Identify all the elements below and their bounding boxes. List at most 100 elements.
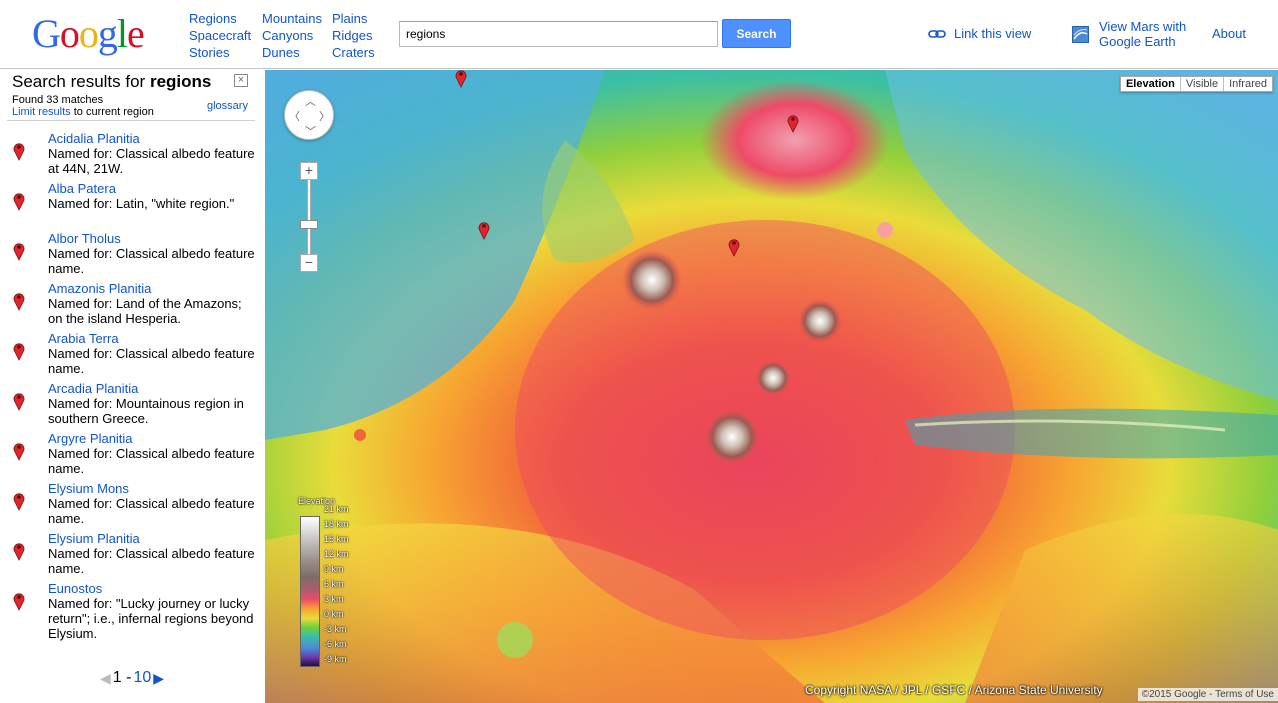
- limit-results-rest: to current region: [70, 106, 154, 118]
- result-item[interactable]: Elysium Planitia Named for: Classical alb…: [0, 531, 265, 581]
- map-pin-icon[interactable]: [12, 541, 26, 561]
- limit-results-link[interactable]: Limit results: [12, 106, 71, 118]
- chain-link-icon: [928, 29, 946, 38]
- result-item[interactable]: Alba Patera Named for: Latin, "white regi…: [0, 181, 265, 231]
- result-item[interactable]: Arabia Terra Named for: Classical albedo …: [0, 331, 265, 381]
- legend-label: -9 km: [324, 654, 347, 664]
- search-button[interactable]: Search: [722, 19, 791, 48]
- elevation-map-image: [265, 70, 1278, 703]
- result-name-link[interactable]: Elysium Mons: [48, 481, 129, 496]
- nav-link-canyons[interactable]: Canyons: [262, 27, 322, 44]
- results-title: Search results for regions: [12, 72, 211, 92]
- result-description: Named for: Classical albedo feature at 4…: [48, 146, 255, 176]
- pan-up-icon[interactable]: ︿: [305, 93, 316, 109]
- link-this-view[interactable]: Link this view: [928, 26, 1031, 41]
- nav-link-craters[interactable]: Craters: [332, 44, 375, 61]
- zoom-slider-handle[interactable]: [300, 220, 318, 229]
- result-description: Named for: Land of the Amazons; on the i…: [48, 296, 242, 326]
- map-pin-icon[interactable]: [12, 241, 26, 261]
- header: Google Regions Spacecraft Stories Mounta…: [0, 0, 1278, 69]
- results-query: regions: [149, 72, 212, 91]
- google-copyright: ©2015 Google: [1141, 689, 1207, 700]
- glossary-link[interactable]: glossary: [207, 100, 248, 112]
- maptype-infrared[interactable]: Infrared: [1223, 77, 1272, 91]
- result-name-link[interactable]: Albor Tholus: [48, 231, 121, 246]
- map-copyright: Copyright NASA / JPL / GSFC / Arizona St…: [805, 683, 1103, 697]
- nav-column-1: Regions Spacecraft Stories: [189, 10, 251, 61]
- results-count: Found 33 matches Limit results to curren…: [12, 94, 154, 118]
- result-description: Named for: Latin, "white region.": [48, 196, 235, 211]
- pan-left-icon[interactable]: 〈: [289, 108, 300, 124]
- result-name-link[interactable]: Arcadia Planitia: [48, 381, 138, 396]
- pan-down-icon[interactable]: ﹀: [305, 123, 316, 139]
- map-pin-icon[interactable]: [12, 491, 26, 511]
- result-description: Named for: Classical albedo feature name…: [48, 346, 255, 376]
- pan-right-icon[interactable]: 〉: [319, 108, 330, 124]
- previous-page-icon[interactable]: ◀: [100, 670, 111, 687]
- result-name-link[interactable]: Elysium Planitia: [48, 531, 140, 546]
- map-pin-icon[interactable]: [12, 191, 26, 211]
- result-item[interactable]: Albor Tholus Named for: Classical albedo …: [0, 231, 265, 281]
- about-link[interactable]: About: [1212, 26, 1246, 41]
- map-pin-icon[interactable]: [786, 113, 800, 133]
- legend-label: 6 km: [324, 579, 344, 589]
- legend-label: 15 km: [324, 534, 349, 544]
- legend-label: 0 km: [324, 609, 344, 619]
- search-input[interactable]: [399, 21, 718, 47]
- result-item[interactable]: Elysium Mons Named for: Classical albedo …: [0, 481, 265, 531]
- view-in-google-earth[interactable]: View Mars with Google Earth: [1072, 19, 1199, 49]
- zoom-in-button[interactable]: +: [300, 162, 318, 180]
- legend-color-scale: [300, 516, 320, 667]
- google-earth-icon: [1072, 26, 1089, 43]
- maptype-visible[interactable]: Visible: [1179, 77, 1223, 91]
- result-item[interactable]: Argyre Planitia Named for: Classical albe…: [0, 431, 265, 481]
- logo-letter: g: [97, 11, 118, 56]
- nav-link-plains[interactable]: Plains: [332, 10, 375, 27]
- result-item[interactable]: Arcadia Planitia Named for: Mountainous r…: [0, 381, 265, 431]
- result-name-link[interactable]: Acidalia Planitia: [48, 131, 140, 146]
- close-panel-button[interactable]: ×: [234, 74, 248, 87]
- view-in-google-earth-label: View Mars with Google Earth: [1099, 19, 1187, 49]
- terms-of-use-link[interactable]: Terms of Use: [1215, 689, 1274, 700]
- nav-link-mountains[interactable]: Mountains: [262, 10, 322, 27]
- next-page-icon[interactable]: ▶: [153, 670, 164, 687]
- map-pin-icon[interactable]: [727, 237, 741, 257]
- pager-end-link[interactable]: 10: [133, 669, 151, 687]
- divider: [7, 120, 255, 121]
- zoom-slider-track[interactable]: [307, 180, 311, 254]
- result-name-link[interactable]: Alba Patera: [48, 181, 116, 196]
- legend-label: 21 km: [324, 504, 349, 514]
- nav-link-dunes[interactable]: Dunes: [262, 44, 322, 61]
- legend-label: 9 km: [324, 564, 344, 574]
- map-pin-icon[interactable]: [12, 441, 26, 461]
- result-name-link[interactable]: Argyre Planitia: [48, 431, 133, 446]
- map-pin-icon[interactable]: [12, 141, 26, 161]
- map-pin-icon[interactable]: [12, 291, 26, 311]
- result-name-link[interactable]: Eunostos: [48, 581, 102, 596]
- nav-link-spacecraft[interactable]: Spacecraft: [189, 27, 251, 44]
- mars-map[interactable]: Elevation Visible Infrared ︿ ﹀ 〈 〉 + − E…: [265, 70, 1278, 703]
- result-name-link[interactable]: Amazonis Planitia: [48, 281, 151, 296]
- legend-label: 3 km: [324, 594, 344, 604]
- result-item[interactable]: Acidalia Planitia Named for: Classical al…: [0, 131, 265, 181]
- nav-link-regions[interactable]: Regions: [189, 10, 251, 27]
- result-description: Named for: Classical albedo feature name…: [48, 246, 255, 276]
- footer-separator: -: [1206, 689, 1216, 700]
- pan-control[interactable]: ︿ ﹀ 〈 〉: [284, 90, 334, 140]
- map-pin-icon[interactable]: [12, 391, 26, 411]
- logo-letter: o: [59, 11, 80, 56]
- nav-link-ridges[interactable]: Ridges: [332, 27, 375, 44]
- map-pin-icon[interactable]: [454, 70, 468, 88]
- pagination: ◀ 1 - 10 ▶: [100, 669, 164, 687]
- map-pin-icon[interactable]: [477, 220, 491, 240]
- google-logo[interactable]: Google: [32, 11, 145, 56]
- nav-link-stories[interactable]: Stories: [189, 44, 251, 61]
- result-item[interactable]: Amazonis Planitia Named for: Land of the …: [0, 281, 265, 331]
- map-pin-icon[interactable]: [12, 591, 26, 611]
- zoom-out-button[interactable]: −: [300, 254, 318, 272]
- link-this-view-label: Link this view: [954, 26, 1032, 41]
- result-name-link[interactable]: Arabia Terra: [48, 331, 119, 346]
- result-item[interactable]: Eunostos Named for: "Lucky journey or luc…: [0, 581, 265, 646]
- maptype-elevation[interactable]: Elevation: [1121, 77, 1180, 91]
- map-pin-icon[interactable]: [12, 341, 26, 361]
